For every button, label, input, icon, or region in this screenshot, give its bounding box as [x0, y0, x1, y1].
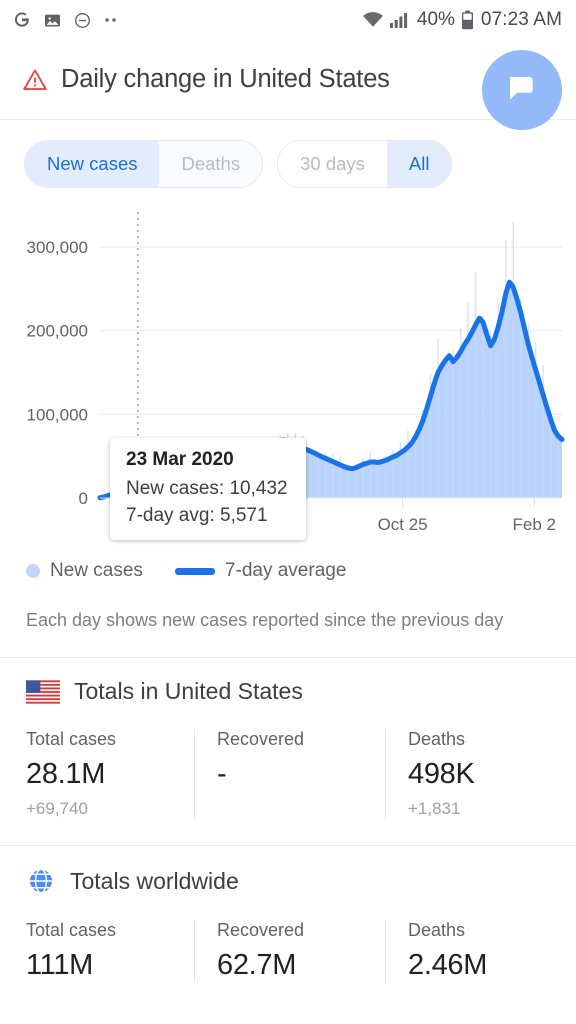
- metric-toggle-group: New cases Deaths: [24, 140, 264, 188]
- totals-world-title: Totals worldwide: [70, 867, 239, 894]
- google-g-icon: [12, 10, 32, 30]
- range-toggle-group: 30 days All: [277, 140, 453, 188]
- stat-label: Total cases: [26, 920, 117, 940]
- battery-percent-label: 40%: [416, 9, 455, 30]
- stat-value: 498K: [408, 758, 475, 790]
- y-axis-tick-label: 100,000: [27, 405, 88, 424]
- us-flag-icon: [26, 679, 60, 704]
- stat-label: Deaths: [408, 729, 466, 749]
- stat-value: 111M: [26, 949, 94, 981]
- y-axis-tick-label: 300,000: [27, 238, 88, 257]
- chart-legend: New cases 7-day average: [0, 550, 576, 582]
- totals-united-states-section: Totals in United States Total cases 28.1…: [0, 658, 576, 819]
- status-bar: 40% 07:23 AM: [0, 0, 576, 40]
- warning-triangle-icon: [22, 67, 48, 93]
- totals-us-stats: Total cases 28.1M +69,740 Recovered - De…: [26, 729, 576, 819]
- chart-tooltip: 23 Mar 2020 New cases: 10,432 7-day avg:…: [110, 438, 306, 540]
- clock-label: 07:23 AM: [480, 9, 562, 30]
- tab-deaths[interactable]: Deaths: [159, 141, 263, 187]
- do-not-disturb-icon: [73, 11, 92, 30]
- globe-icon: [26, 866, 56, 896]
- stat-delta: +69,740: [26, 799, 88, 818]
- wifi-icon: [362, 11, 384, 29]
- chart-caption: Each day shows new cases reported since …: [26, 610, 504, 630]
- totals-us-title: Totals in United States: [74, 678, 303, 704]
- stat-delta: [217, 799, 375, 819]
- tooltip-seven-day-avg: 7-day avg: 5,571: [126, 505, 268, 526]
- stat-delta: +1,831: [408, 799, 461, 818]
- stat-deaths-world: Deaths 2.46M: [385, 920, 576, 982]
- stat-label: Recovered: [217, 729, 305, 749]
- legend-dot-icon: [26, 564, 40, 578]
- tab-30-days[interactable]: 30 days: [278, 141, 387, 187]
- stat-total-cases-world: Total cases 111M: [26, 920, 194, 982]
- page-title: Daily change in United States: [61, 65, 390, 93]
- y-axis-tick-label: 200,000: [27, 322, 88, 341]
- totals-worldwide-section: Totals worldwide Total cases 111M Recove…: [0, 846, 576, 982]
- stat-value: 62.7M: [217, 949, 297, 981]
- y-axis-tick-label: 0: [79, 489, 88, 508]
- totals-us-header: Totals in United States: [26, 678, 576, 705]
- chat-bubble-icon[interactable]: [482, 50, 562, 130]
- stat-value: 28.1M: [26, 758, 106, 790]
- legend-label-new-cases: New cases: [50, 560, 143, 581]
- legend-line-icon: [174, 567, 215, 575]
- more-dots-icon: [103, 16, 121, 24]
- stat-recovered: Recovered -: [194, 729, 385, 819]
- stat-total-cases: Total cases 28.1M +69,740: [26, 729, 194, 819]
- stat-label: Recovered: [217, 920, 305, 940]
- tab-all[interactable]: All: [386, 141, 452, 187]
- tooltip-date: 23 Mar 2020: [126, 449, 234, 470]
- totals-world-stats: Total cases 111M Recovered 62.7M Deaths …: [26, 920, 576, 982]
- legend-label-seven-day-average: 7-day average: [224, 560, 347, 581]
- legend-item-seven-day-average: 7-day average: [174, 560, 347, 582]
- daily-change-chart[interactable]: 0100,000200,000300,000Apr 12Jul 19Oct 25…: [0, 210, 576, 550]
- stat-deaths: Deaths 498K +1,831: [385, 729, 576, 819]
- x-axis-tick-label: Feb 2: [513, 515, 556, 534]
- signal-icon: [389, 11, 409, 29]
- stat-recovered-world: Recovered 62.7M: [194, 920, 385, 982]
- chart-controls: New cases Deaths 30 days All: [0, 120, 576, 188]
- image-icon: [43, 11, 62, 30]
- x-axis-tick-label: Oct 25: [378, 515, 428, 534]
- tooltip-new-cases: New cases: 10,432: [126, 478, 288, 499]
- stat-label: Deaths: [408, 920, 466, 940]
- battery-icon: [461, 10, 474, 30]
- legend-item-new-cases: New cases: [26, 560, 143, 582]
- status-bar-left-icons: [12, 10, 121, 30]
- totals-world-header: Totals worldwide: [26, 866, 576, 896]
- tab-new-cases[interactable]: New cases: [25, 141, 160, 187]
- stat-value: 2.46M: [408, 949, 488, 981]
- status-bar-right: 40% 07:23 AM: [362, 9, 562, 31]
- stat-value: -: [217, 758, 227, 790]
- stat-label: Total cases: [26, 729, 117, 749]
